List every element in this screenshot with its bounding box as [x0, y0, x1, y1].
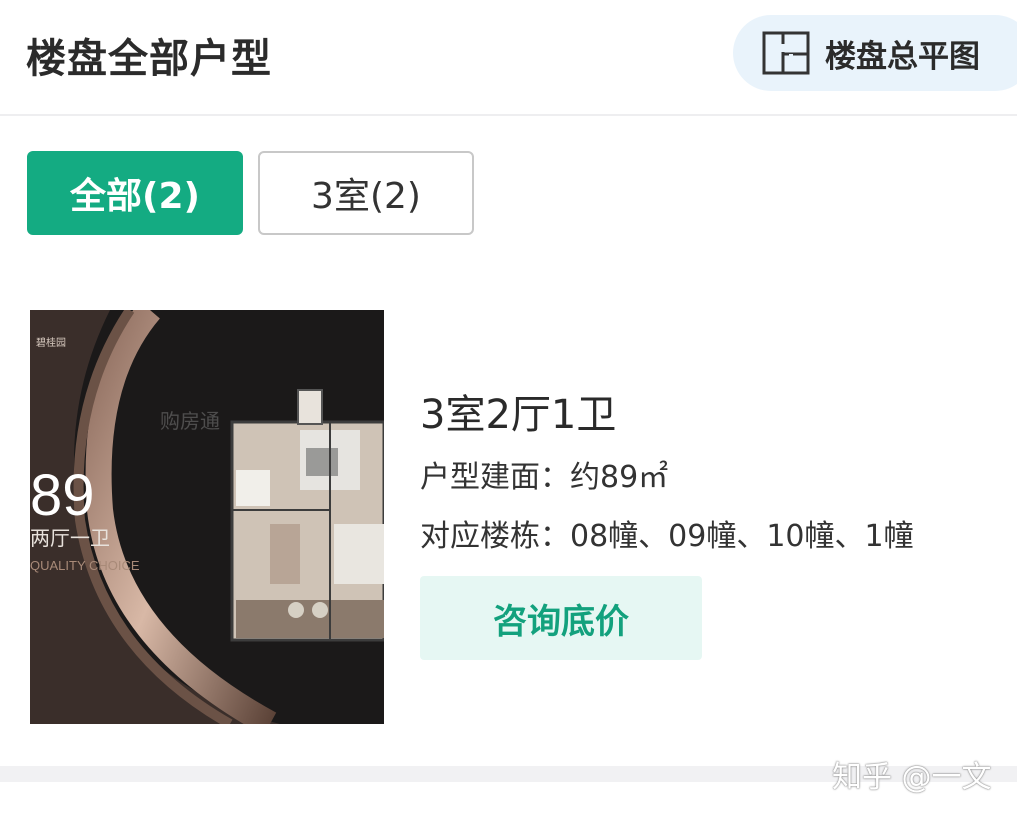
- tab-all[interactable]: 全部(2): [27, 151, 243, 235]
- unit-buildings: 对应楼栋：08幢、09幢、10幢、1幢: [420, 519, 914, 554]
- unit-title: 3室2厅1卫: [420, 392, 617, 438]
- unit-area: 户型建面：约89㎡: [420, 460, 669, 495]
- floor-plan-button[interactable]: 楼盘总平图: [733, 15, 1017, 91]
- consult-price-button[interactable]: 咨询底价: [420, 576, 702, 660]
- watermark: 知乎 @一文: [832, 760, 992, 795]
- header: 楼盘全部户型 楼盘总平图: [0, 0, 1017, 116]
- brand-text: 碧桂园: [36, 336, 66, 349]
- page-title: 楼盘全部户型: [26, 36, 272, 82]
- rooms-text: 两厅一卫: [30, 526, 110, 550]
- tab-3-rooms[interactable]: 3室(2): [258, 151, 474, 235]
- floor-plan-image: 碧桂园 89 两厅一卫 QUALITY CHOICE 购房通: [30, 310, 384, 724]
- floor-plan-label: 楼盘总平图: [825, 38, 980, 75]
- floor-plan-thumbnail[interactable]: 碧桂园 89 两厅一卫 QUALITY CHOICE 购房通: [30, 310, 384, 724]
- english-text: QUALITY CHOICE: [30, 558, 140, 573]
- floor-plan-icon: [762, 31, 810, 75]
- area-number: 89: [30, 463, 95, 528]
- image-watermark: 购房通: [160, 409, 220, 433]
